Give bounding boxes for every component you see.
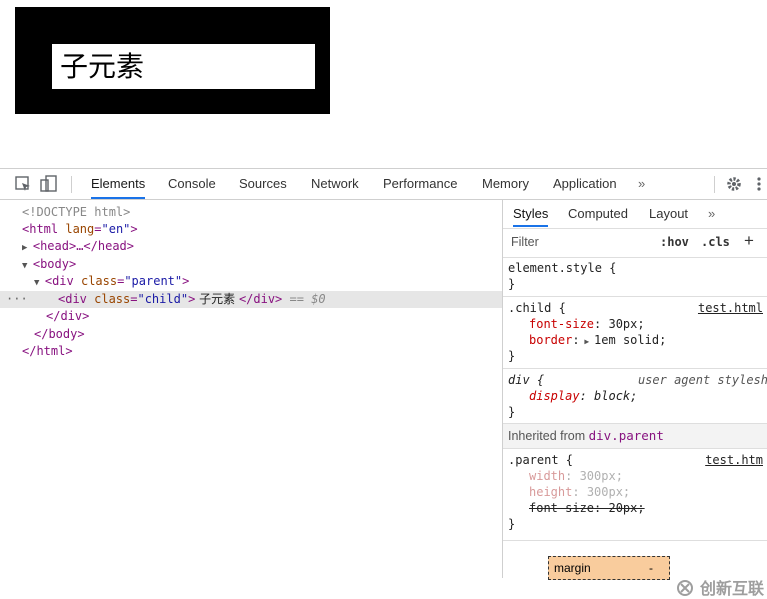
attr-class: class (80, 274, 118, 288)
new-rule-plus-icon[interactable]: + (744, 231, 754, 251)
body-open-tag: <body> (32, 257, 77, 271)
rule-separator (503, 296, 767, 297)
watermark-logo-icon (677, 580, 694, 596)
preview-child-box: 子元素 (52, 44, 315, 89)
collapse-triangle-icon[interactable]: ▼ (34, 278, 45, 288)
parent-rule-source-link[interactable]: test.htm (705, 452, 763, 468)
rule-separator (503, 540, 767, 541)
inherited-from-header: Inherited from div.parent (503, 423, 767, 449)
row-ellipsis[interactable]: ··· (6, 291, 28, 308)
tab-network[interactable]: Network (311, 169, 359, 199)
watermark-logo: 创新互联 (676, 575, 764, 599)
expand-shorthand-icon[interactable]: ▶ (580, 337, 594, 346)
tab-layout[interactable]: Layout (649, 200, 688, 227)
attr-class: class (94, 292, 131, 306)
tab-console[interactable]: Console (168, 169, 216, 199)
div-close-tag: </div> (46, 309, 90, 323)
body-close-tag: </body> (34, 327, 85, 341)
devtools-toolbar: Elements Console Sources Network Perform… (0, 169, 767, 200)
collapse-triangle-icon[interactable]: ▼ (22, 261, 33, 271)
child-rule-selector[interactable]: .child {test.html (508, 300, 763, 316)
rule-close-brace: } (508, 405, 516, 419)
tab-application[interactable]: Application (553, 169, 617, 199)
child-prop-font-size[interactable]: font-size: 30px; (529, 316, 645, 332)
parent-prop-font-size-overridden[interactable]: font-size: 20px; (529, 500, 645, 516)
cls-toggle[interactable]: .cls (701, 235, 730, 249)
dom-node-child-div[interactable]: <div class="child"> 子元素 </div> == $0 (58, 291, 326, 308)
html-attr-name: lang (65, 222, 95, 236)
dom-doctype[interactable]: <!DOCTYPE html> (22, 204, 130, 221)
parent-prop-height[interactable]: height: 300px; (529, 484, 630, 500)
expand-triangle-icon[interactable]: ▶ (22, 243, 33, 253)
box-model-margin[interactable]: margin - (548, 556, 670, 580)
ua-div-rule-selector[interactable]: div {user agent stylesh (508, 372, 767, 388)
inspect-element-icon[interactable] (14, 175, 32, 193)
head-tag: <head>…</head> (32, 239, 134, 253)
rule-close-brace: } (508, 349, 516, 363)
element-style-selector[interactable]: element.style { (508, 260, 616, 276)
html-close-tag: </html> (22, 344, 73, 358)
dom-node-html-close[interactable]: </html> (22, 343, 73, 360)
rule-close-brace: } (508, 517, 516, 531)
more-tabs-button[interactable]: » (638, 169, 645, 199)
toolbar-divider (714, 176, 715, 193)
styles-sidebar: Styles Computed Layout » Filter :hov .cl… (502, 200, 767, 598)
rule-close-brace: } (508, 277, 516, 291)
ua-stylesheet-label: user agent stylesh (637, 373, 767, 387)
filter-input[interactable]: Filter (511, 235, 539, 249)
child-text-node: 子元素 (195, 292, 239, 306)
more-sidebar-tabs-button[interactable]: » (708, 200, 715, 227)
ua-prop-display[interactable]: display: block; (529, 388, 637, 404)
div-close-tag: </div> (238, 292, 283, 306)
dom-node-html[interactable]: <html lang="en"> (22, 221, 138, 238)
parent-rule-selector[interactable]: .parent {test.htm (508, 452, 763, 468)
dom-node-parent-close[interactable]: </div> (46, 308, 89, 325)
dom-node-head[interactable]: ▶ <head>…</head> (22, 238, 134, 255)
toolbar-divider (71, 176, 72, 193)
device-toolbar-icon[interactable] (40, 175, 58, 193)
selected-marker: == $0 (282, 292, 326, 306)
div-open-tag: <div (44, 274, 81, 288)
settings-gear-icon[interactable] (725, 175, 743, 193)
attr-value-parent: "parent" (124, 274, 183, 288)
child-prop-border[interactable]: border: ▶ 1em solid; (529, 332, 666, 348)
child-rule-source-link[interactable]: test.html (698, 300, 763, 316)
html-attr-value: "en" (101, 222, 131, 236)
attr-value-child: "child" (137, 292, 189, 306)
tab-memory[interactable]: Memory (482, 169, 529, 199)
dom-tree: <!DOCTYPE html> <html lang="en"> ▶ <head… (0, 200, 502, 578)
tab-elements[interactable]: Elements (91, 169, 146, 199)
dom-node-body-close[interactable]: </body> (34, 326, 85, 343)
preview-parent-box: 子元素 (15, 7, 330, 114)
dom-node-body[interactable]: ▼ <body> (22, 256, 76, 273)
hov-toggle[interactable]: :hov (660, 235, 689, 249)
tab-styles[interactable]: Styles (513, 200, 549, 227)
tab-computed[interactable]: Computed (568, 200, 628, 227)
tab-performance[interactable]: Performance (383, 169, 457, 199)
div-open-tag: <div (58, 292, 95, 306)
parent-prop-width[interactable]: width: 300px; (529, 468, 623, 484)
rule-separator (503, 368, 767, 369)
tab-sources[interactable]: Sources (239, 169, 287, 199)
dom-node-parent-div[interactable]: ▼ <div class="parent"> (34, 273, 189, 290)
inherited-from-link[interactable]: div.parent (589, 428, 664, 443)
devtools-panel: Elements Console Sources Network Perform… (0, 168, 767, 598)
html-open-tag: <html (22, 222, 66, 236)
kebab-menu-icon[interactable] (754, 175, 764, 193)
filter-bar: Filter :hov .cls + (503, 228, 767, 258)
